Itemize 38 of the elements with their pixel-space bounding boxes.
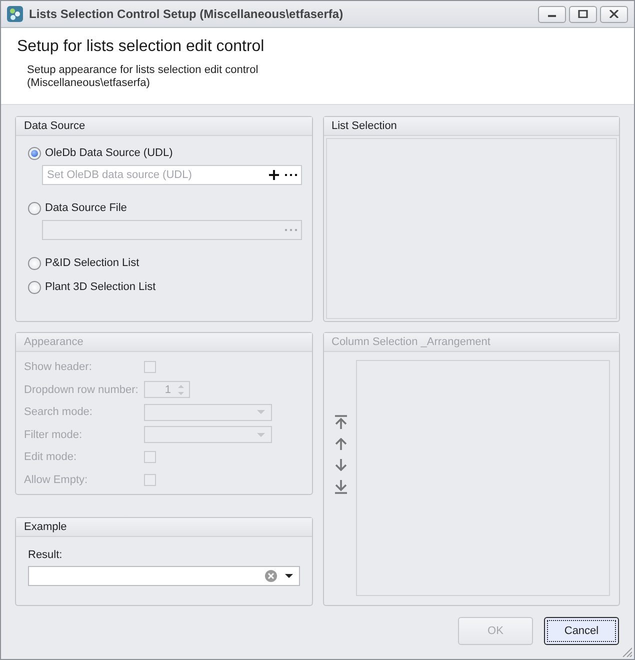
minimize-button[interactable]: [538, 6, 566, 22]
close-button[interactable]: [600, 6, 628, 22]
group-title: Column Selection _Arrangement: [332, 336, 490, 348]
header-subtitle: Setup appearance for lists selection edit control (Miscellaneous\etfaserfa): [27, 64, 260, 90]
ellipsis-icon[interactable]: [284, 173, 296, 177]
radio-button[interactable]: [28, 146, 41, 160]
group-title: List Selection: [332, 120, 397, 132]
resize-grip-icon[interactable]: [622, 647, 632, 657]
add-icon[interactable]: [268, 170, 278, 180]
radio-label[interactable]: P&ID Selection List: [45, 257, 140, 269]
clear-icon[interactable]: [264, 570, 276, 582]
field-label: Search mode:: [24, 406, 94, 418]
radio-button[interactable]: [28, 202, 41, 214]
radio-label[interactable]: Plant 3D Selection List: [45, 281, 156, 293]
field-label: Show header:: [24, 361, 93, 374]
group-title: Data Source: [24, 120, 86, 132]
app-icon: [7, 6, 23, 22]
result-field[interactable]: [28, 566, 300, 586]
dropdown-arrow-icon[interactable]: [284, 574, 292, 578]
field-label: Allow Empty:: [24, 474, 89, 486]
cancel-button[interactable]: Cancel: [544, 617, 619, 645]
maximize-button[interactable]: [569, 6, 597, 22]
input-field[interactable]: [42, 220, 302, 240]
field-label: Result:: [28, 549, 64, 561]
group-title: Example: [24, 521, 67, 533]
field-label: Dropdown row number:: [24, 384, 140, 396]
window-title: Lists Selection Control Setup (Miscellaneous\etfaserfa): [29, 7, 344, 21]
group-title: Appearance: [24, 336, 84, 348]
radio-label[interactable]: OleDb Data Source (UDL): [45, 147, 173, 159]
header-title: Setup for lists selection edit control: [17, 38, 266, 56]
field-label: Filter mode:: [24, 428, 84, 441]
radio-button[interactable]: [28, 256, 41, 270]
maximize-icon: [578, 10, 588, 18]
close-icon: [609, 10, 619, 18]
radio-label[interactable]: Data Source File: [45, 202, 127, 214]
radio-button[interactable]: [28, 280, 41, 294]
placeholder-text: Set OleDB data source (UDL): [47, 169, 192, 181]
field-label: Edit mode:: [24, 451, 78, 464]
